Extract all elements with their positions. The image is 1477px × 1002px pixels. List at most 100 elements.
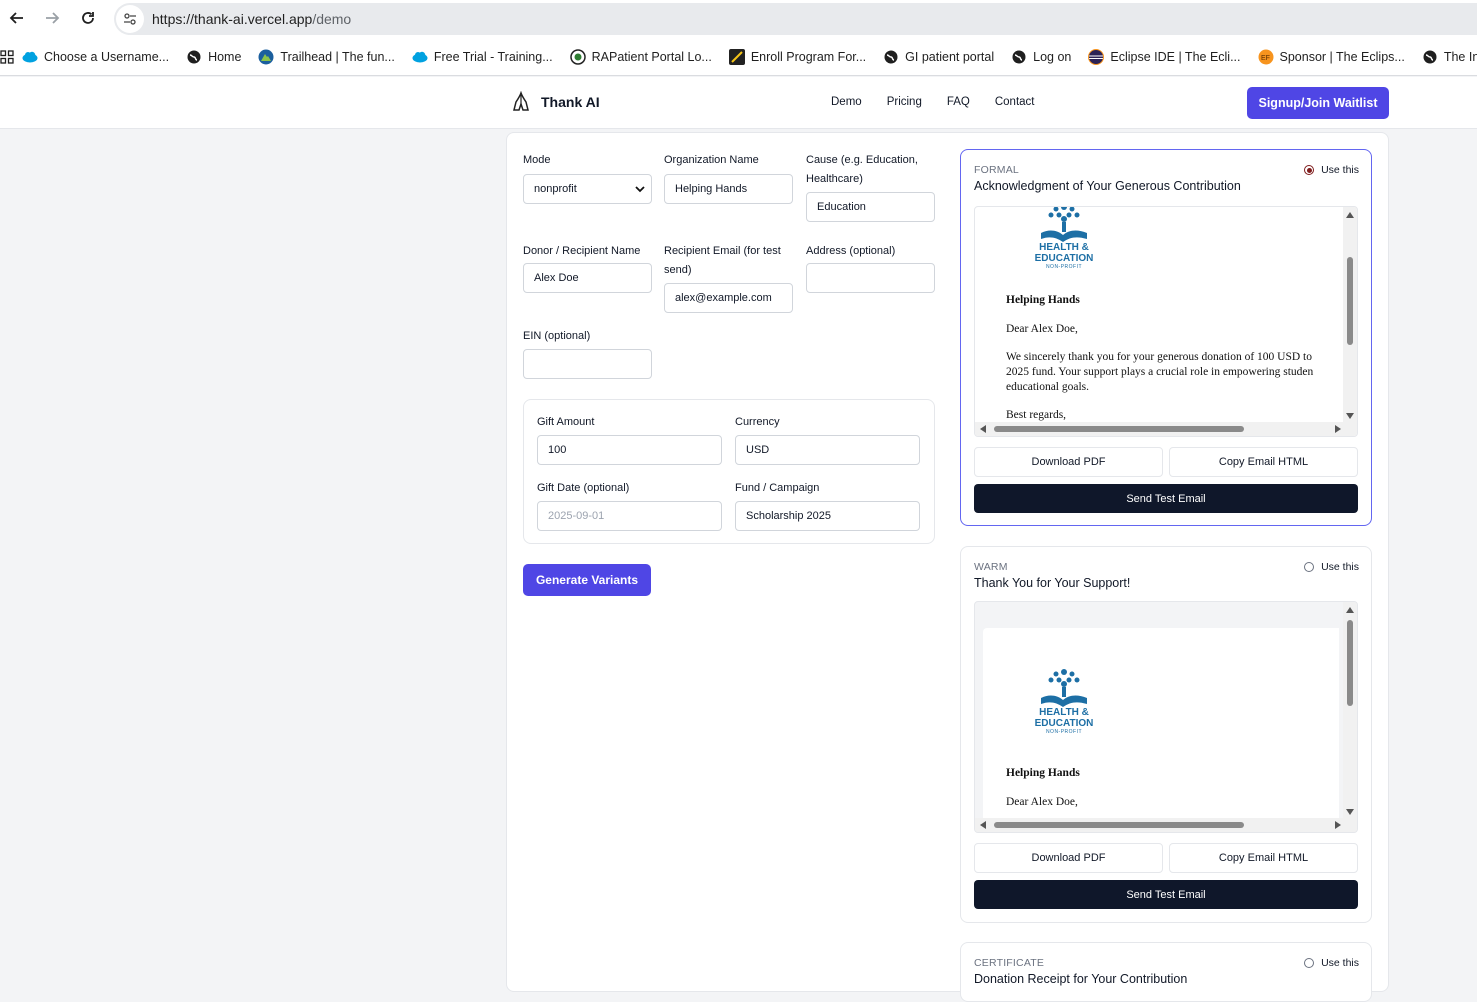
- generate-variants-button[interactable]: Generate Variants: [523, 564, 651, 596]
- use-this-radio[interactable]: Use this: [1304, 561, 1359, 573]
- mode-select[interactable]: nonprofit: [523, 174, 652, 204]
- main-nav: Demo Pricing FAQ Contact: [831, 96, 1060, 108]
- horizontal-scrollbar[interactable]: [975, 818, 1357, 832]
- bookmark-item[interactable]: Log on: [1011, 49, 1071, 65]
- apps-grid-icon[interactable]: [0, 49, 14, 64]
- address-bar[interactable]: https://thank-ai.vercel.app/demo: [114, 3, 1477, 35]
- scrollbar-thumb[interactable]: [1347, 257, 1353, 345]
- donor-label: Donor / Recipient Name: [523, 245, 641, 257]
- globe-icon: [883, 49, 899, 65]
- radio-unselected-icon[interactable]: [1304, 562, 1315, 572]
- gift-date-input[interactable]: 2025-09-01: [537, 501, 722, 531]
- bookmark-item[interactable]: EF Sponsor | The Eclips...: [1258, 49, 1405, 65]
- fund-input[interactable]: Scholarship 2025: [735, 501, 920, 531]
- letter-body-line: We sincerely thank you for your generous…: [1006, 351, 1312, 363]
- scroll-right-arrow-icon[interactable]: [1335, 425, 1341, 433]
- logo-line1: HEALTH &: [1039, 242, 1089, 253]
- forward-arrow-icon[interactable]: [42, 8, 62, 28]
- scroll-down-arrow-icon[interactable]: [1346, 413, 1354, 419]
- vertical-scrollbar[interactable]: [1343, 207, 1357, 424]
- variant-kind: WARM: [974, 561, 1008, 573]
- nav-contact[interactable]: Contact: [995, 96, 1035, 108]
- scroll-left-arrow-icon[interactable]: [980, 821, 986, 829]
- currency-field: Currency USD: [735, 413, 920, 465]
- mode-field: Mode nonprofit: [523, 151, 652, 204]
- bookmark-item[interactable]: GI patient portal: [883, 49, 994, 65]
- variant-subject: Acknowledgment of Your Generous Contribu…: [974, 179, 1241, 193]
- cause-input[interactable]: Education: [806, 192, 935, 222]
- globe-icon: [1011, 49, 1027, 65]
- org-name-input[interactable]: Helping Hands: [664, 174, 793, 204]
- email-label: Recipient Email (for test send): [664, 245, 781, 276]
- use-this-radio[interactable]: Use this: [1304, 164, 1359, 176]
- gift-date-label: Gift Date (optional): [537, 482, 630, 494]
- radio-selected-icon[interactable]: [1304, 165, 1315, 175]
- scrollbar-thumb[interactable]: [994, 426, 1244, 432]
- download-pdf-button[interactable]: Download PDF: [974, 447, 1163, 477]
- site-info-icon[interactable]: [116, 5, 144, 33]
- back-arrow-icon[interactable]: [7, 8, 27, 28]
- email-preview[interactable]: HEALTH & EDUCATION NON-PROFIT Helping Ha…: [974, 206, 1358, 437]
- logo-line2: EDUCATION: [1034, 253, 1094, 264]
- gift-amount-input[interactable]: 100: [537, 435, 722, 465]
- logo-line1: HEALTH &: [1039, 707, 1089, 718]
- nav-demo[interactable]: Demo: [831, 96, 862, 108]
- health-education-logo: HEALTH & EDUCATION NON-PROFIT: [1029, 207, 1099, 270]
- url-text: https://thank-ai.vercel.app/demo: [152, 11, 352, 27]
- reload-icon[interactable]: [78, 8, 98, 28]
- cause-label: Cause (e.g. Education, Healthcare): [806, 154, 918, 185]
- health-education-logo: HEALTH & EDUCATION NON-PROFIT: [1029, 662, 1099, 735]
- brand[interactable]: Thank AI: [508, 89, 600, 115]
- logo-line3: NON-PROFIT: [1045, 264, 1083, 270]
- address-input[interactable]: [806, 263, 935, 293]
- bookmark-item[interactable]: Eclipse IDE | The Ecli...: [1088, 48, 1241, 65]
- bookmark-item[interactable]: The Intern: [1422, 49, 1477, 65]
- donor-input[interactable]: Alex Doe: [523, 263, 652, 293]
- bookmark-item[interactable]: Enroll Program For...: [728, 48, 866, 65]
- vertical-scrollbar[interactable]: [1343, 602, 1357, 820]
- send-test-email-button[interactable]: Send Test Email: [974, 484, 1358, 513]
- email-input[interactable]: alex@example.com: [664, 283, 793, 313]
- radio-unselected-icon[interactable]: [1304, 958, 1315, 968]
- scroll-up-arrow-icon[interactable]: [1346, 607, 1354, 613]
- currency-label: Currency: [735, 416, 780, 428]
- scroll-up-arrow-icon[interactable]: [1346, 212, 1354, 218]
- copy-email-html-button[interactable]: Copy Email HTML: [1169, 447, 1358, 477]
- bookmark-item[interactable]: Choose a Username...: [22, 49, 169, 65]
- currency-input[interactable]: USD: [735, 435, 920, 465]
- mode-value: nonprofit: [534, 183, 577, 195]
- praying-hands-icon: [508, 89, 534, 115]
- letter-org-name: Helping Hands: [1006, 767, 1080, 779]
- letter-greeting: Dear Alex Doe,: [1006, 323, 1078, 335]
- ein-input[interactable]: [523, 349, 652, 379]
- use-this-label: Use this: [1321, 561, 1359, 573]
- cause-field: Cause (e.g. Education, Healthcare) Educa…: [806, 151, 936, 222]
- mode-label: Mode: [523, 154, 551, 166]
- scrollbar-thumb[interactable]: [994, 822, 1244, 828]
- nav-faq[interactable]: FAQ: [947, 96, 970, 108]
- gift-amount-field: Gift Amount 100: [537, 413, 722, 465]
- org-name-field: Organization Name Helping Hands: [664, 151, 793, 204]
- ein-field: EIN (optional): [523, 327, 652, 379]
- scroll-right-arrow-icon[interactable]: [1335, 821, 1341, 829]
- email-preview-content: HEALTH & EDUCATION NON-PROFIT Helping Ha…: [983, 207, 1339, 424]
- gift-amount-label: Gift Amount: [537, 416, 595, 428]
- use-this-radio[interactable]: Use this: [1304, 957, 1359, 969]
- bookmark-item[interactable]: Home: [186, 49, 241, 65]
- horizontal-scrollbar[interactable]: [975, 422, 1357, 436]
- copy-email-html-button[interactable]: Copy Email HTML: [1169, 843, 1358, 873]
- scrollbar-thumb[interactable]: [1347, 620, 1353, 706]
- donor-field: Donor / Recipient Name Alex Doe: [523, 242, 652, 293]
- download-pdf-button[interactable]: Download PDF: [974, 843, 1163, 873]
- nav-pricing[interactable]: Pricing: [887, 96, 922, 108]
- scroll-down-arrow-icon[interactable]: [1346, 809, 1354, 815]
- logo-line3: NON-PROFIT: [1045, 729, 1083, 735]
- scroll-left-arrow-icon[interactable]: [980, 425, 986, 433]
- letter-body-line: educational goals.: [1006, 381, 1090, 393]
- bookmark-item[interactable]: Free Trial - Training...: [412, 49, 553, 65]
- email-preview[interactable]: HEALTH & EDUCATION NON-PROFIT Helping Ha…: [974, 601, 1358, 833]
- signup-button[interactable]: Signup/Join Waitlist: [1247, 87, 1389, 119]
- send-test-email-button[interactable]: Send Test Email: [974, 880, 1358, 909]
- bookmark-item[interactable]: RAPatient Portal Lo...: [569, 48, 712, 65]
- bookmark-item[interactable]: Trailhead | The fun...: [258, 49, 395, 65]
